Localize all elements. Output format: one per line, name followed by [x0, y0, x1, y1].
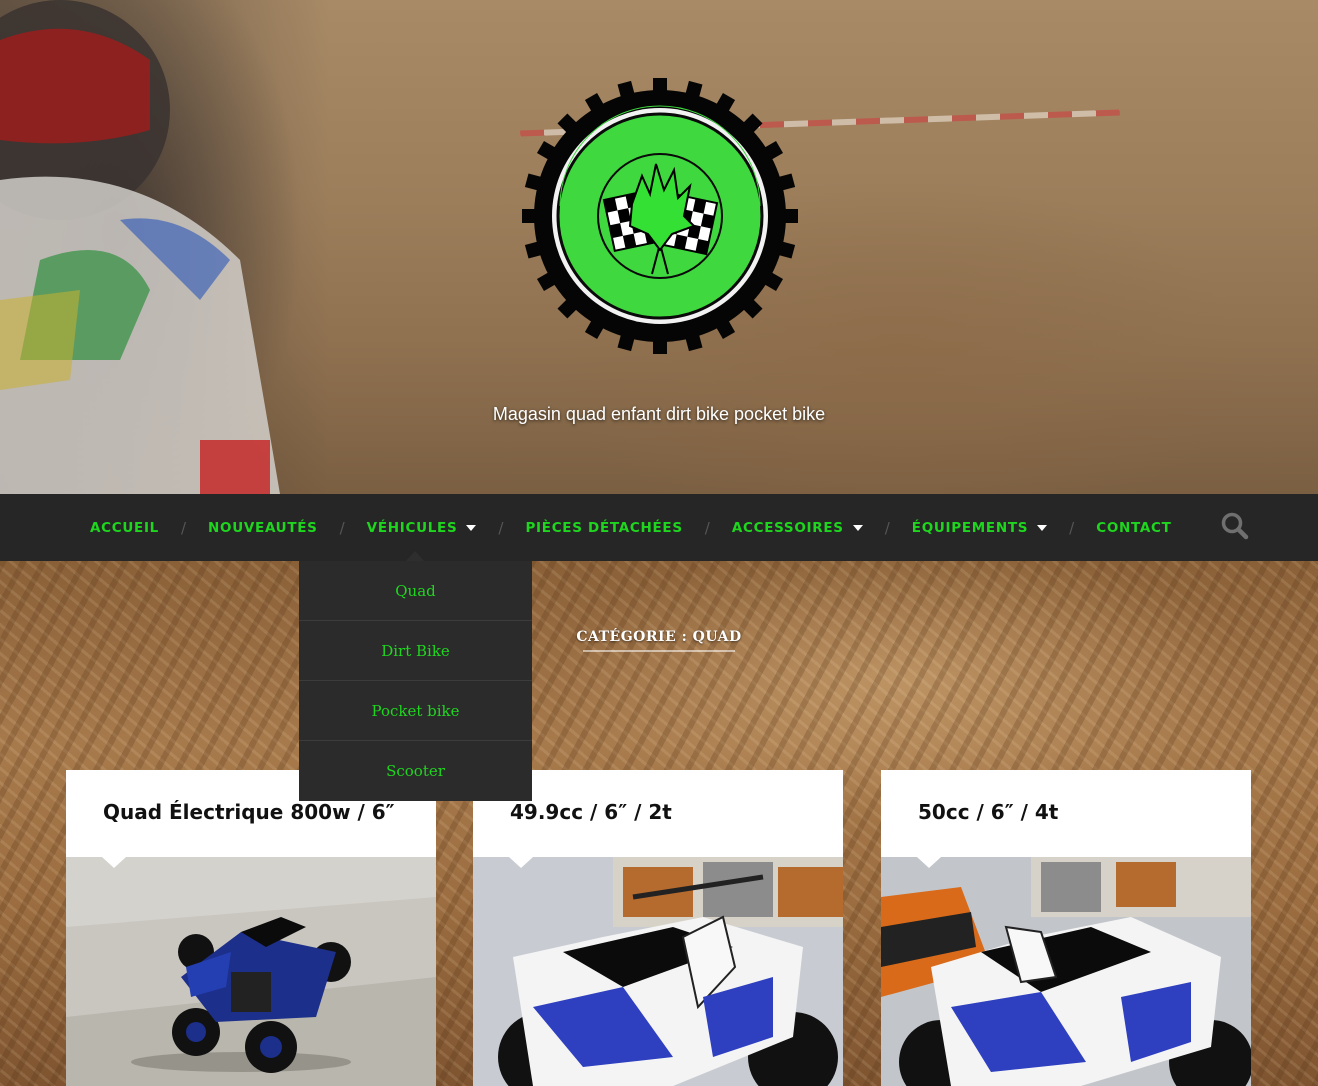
caret-down-icon: [1037, 524, 1048, 531]
product-image[interactable]: [473, 857, 843, 1086]
nav-label: PIÈCES DÉTACHÉES: [525, 519, 683, 536]
nav-label: CONTACT: [1096, 519, 1172, 536]
product-image[interactable]: [66, 857, 436, 1086]
site-tagline: Magasin quad enfant dirt bike pocket bik…: [492, 404, 826, 424]
submenu-item-dirt-bike[interactable]: Dirt Bike: [299, 621, 532, 681]
search-icon[interactable]: [1220, 511, 1250, 541]
submenu-item-pocket-bike[interactable]: Pocket bike: [299, 681, 532, 741]
card-notch: [917, 857, 941, 868]
category-title-underline: [583, 650, 735, 652]
product-title[interactable]: 50cc / 6″ / 4t: [918, 800, 1058, 824]
nav-separator: /: [1069, 518, 1075, 537]
nav-separator: /: [498, 518, 504, 537]
card-notch: [509, 857, 533, 868]
nav-item-accueil[interactable]: ACCUEIL: [90, 520, 159, 536]
product-card[interactable]: 49.9cc / 6″ / 2t: [473, 770, 843, 1086]
nav-menu: ACCUEIL / NOUVEAUTÉS / VÉHICULES / PIÈCE…: [90, 494, 1172, 561]
nav-separator: /: [339, 518, 345, 537]
nav-item-equipements[interactable]: ÉQUIPEMENTS: [911, 519, 1048, 536]
nav-label: ÉQUIPEMENTS: [911, 519, 1029, 536]
nav-item-vehicules[interactable]: VÉHICULES: [367, 520, 477, 536]
nav-item-pieces-detachees[interactable]: PIÈCES DÉTACHÉES: [525, 520, 682, 536]
submenu-item-quad[interactable]: Quad: [299, 561, 532, 621]
nav-item-contact[interactable]: CONTACT: [1096, 520, 1171, 536]
main-navigation: ACCUEIL / NOUVEAUTÉS / VÉHICULES / PIÈCE…: [0, 494, 1318, 561]
nav-label: NOUVEAUTÉS: [208, 519, 318, 536]
submenu-pointer: [406, 551, 424, 561]
submenu-item-scooter[interactable]: Scooter: [299, 741, 532, 801]
caret-down-icon: [466, 524, 477, 531]
nav-separator: /: [180, 518, 187, 537]
nav-label: VÉHICULES: [366, 519, 458, 536]
category-title: CATÉGORIE : QUAD: [576, 629, 742, 645]
nav-item-nouveautes[interactable]: NOUVEAUTÉS: [208, 520, 318, 536]
site-logo[interactable]: [522, 78, 798, 354]
product-image[interactable]: [881, 857, 1251, 1086]
card-notch: [102, 857, 126, 868]
nav-label: ACCESSOIRES: [731, 519, 844, 536]
product-card[interactable]: 50cc / 6″ / 4t: [881, 770, 1251, 1086]
nav-separator: /: [884, 518, 890, 537]
product-card[interactable]: Quad Électrique 800w / 6″: [66, 770, 436, 1086]
nav-label: ACCUEIL: [90, 519, 159, 536]
nav-separator: /: [704, 518, 710, 537]
site-header: Magasin quad enfant dirt bike pocket bik…: [0, 0, 1318, 494]
tire-treads: [522, 78, 798, 354]
product-title[interactable]: Quad Électrique 800w / 6″: [103, 800, 395, 824]
product-title[interactable]: 49.9cc / 6″ / 2t: [510, 800, 672, 824]
vehicules-submenu: Quad Dirt Bike Pocket bike Scooter: [299, 561, 532, 801]
nav-item-accessoires[interactable]: ACCESSOIRES: [732, 520, 863, 536]
caret-down-icon: [852, 524, 863, 531]
